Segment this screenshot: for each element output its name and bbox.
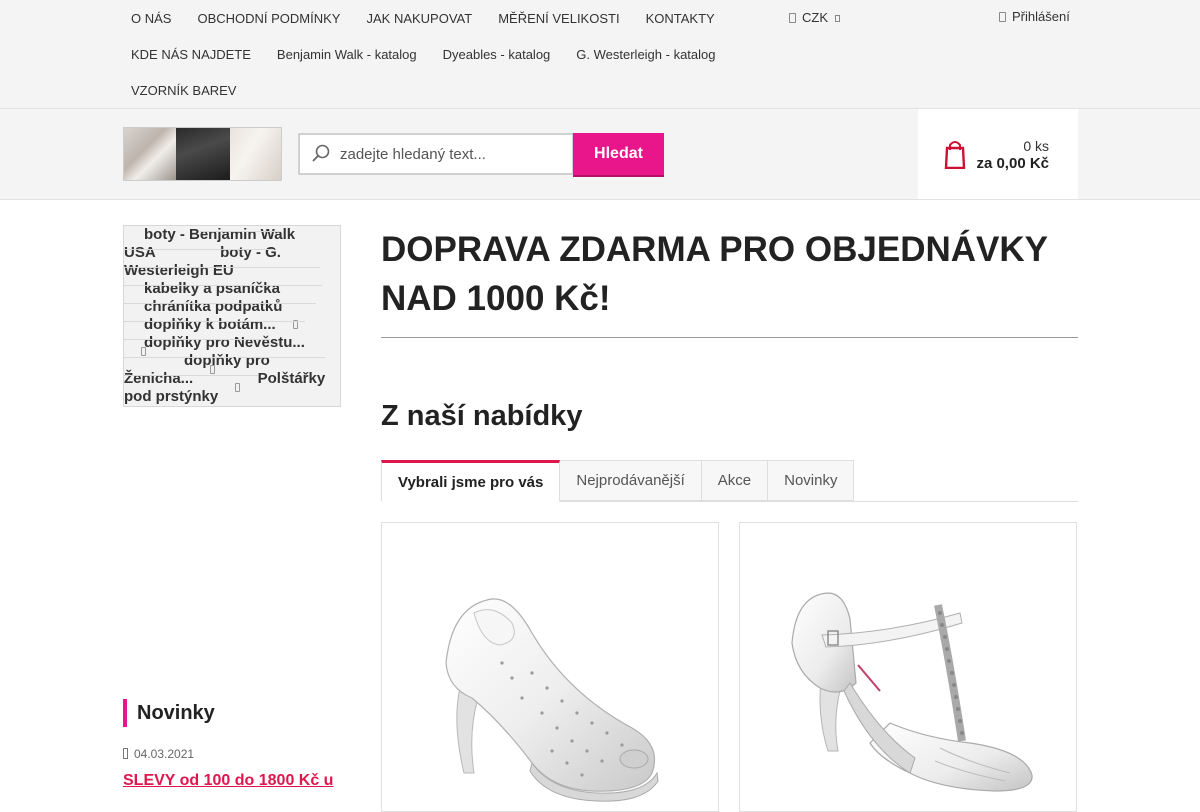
sidebar-item-label: Polštářky pod prstýnky	[124, 370, 326, 405]
cart-total: za 0,00 Kč	[976, 155, 1049, 172]
search-box	[298, 133, 574, 175]
news-date: 04.03.2021	[123, 747, 194, 761]
login-label: Přihlášení	[1012, 9, 1070, 24]
currency-label: CZK	[802, 10, 828, 25]
product-image-sandal	[791, 592, 1033, 792]
chevron-right-icon	[210, 364, 216, 374]
search-button[interactable]: Hledat	[573, 133, 664, 175]
top-navigation: O NÁS OBCHODNÍ PODMÍNKY JAK NAKUPOVAT MĚ…	[118, 0, 758, 108]
cart-count: 0 ks	[1023, 138, 1049, 154]
promo-heading: DOPRAVA ZDARMA PRO OBJEDNÁVKY NAD 1000 K…	[381, 225, 1078, 338]
logo-image-shoes	[124, 128, 176, 180]
nav-link-westerleigh-katalog[interactable]: G. Westerleigh - katalog	[563, 47, 728, 62]
news-article-link[interactable]: SLEVY od 100 do 1800 Kč u	[123, 772, 333, 790]
top-nav-row-3: VZORNÍK BAREV	[118, 72, 758, 108]
nav-link-obchodni-podminky[interactable]: OBCHODNÍ PODMÍNKY	[184, 11, 353, 26]
chevron-right-icon	[141, 346, 146, 356]
search-icon	[312, 144, 330, 162]
nav-link-kontakty[interactable]: KONTAKTY	[633, 11, 728, 26]
nav-link-kde-nas-najdete[interactable]: KDE NÁS NAJDETE	[118, 47, 264, 62]
cart-summary[interactable]: 0 ks za 0,00 Kč	[918, 109, 1078, 199]
header: Hledat 0 ks za 0,00 Kč	[0, 109, 1200, 200]
nav-link-vzornik-barev[interactable]: VZORNÍK BAREV	[118, 83, 249, 98]
tab-vybrali-jsme[interactable]: Vybrali jsme pro vás	[381, 460, 561, 502]
shop-logo[interactable]	[123, 127, 282, 181]
nav-link-jak-nakupovat[interactable]: JAK NAKUPOVAT	[353, 11, 485, 26]
news-heading: Novinky	[123, 699, 215, 727]
top-nav-row-1: O NÁS OBCHODNÍ PODMÍNKY JAK NAKUPOVAT MĚ…	[118, 0, 758, 36]
currency-selector[interactable]: CZK	[789, 10, 840, 25]
nav-link-o-nas[interactable]: O NÁS	[118, 11, 184, 26]
tab-akce[interactable]: Akce	[701, 460, 769, 501]
top-bar: O NÁS OBCHODNÍ PODMÍNKY JAK NAKUPOVAT MĚ…	[0, 0, 1200, 109]
chevron-down-icon	[834, 15, 840, 22]
login-link[interactable]: Přihlášení	[999, 9, 1070, 24]
nav-link-dyeables-katalog[interactable]: Dyeables - katalog	[430, 47, 564, 62]
product-tabs: Vybrali jsme pro vás Nejprodávanější Akc…	[381, 460, 1078, 502]
tab-nejprodavanejsi[interactable]: Nejprodávanější	[560, 460, 702, 501]
chevron-right-icon	[235, 382, 241, 392]
product-image-pump	[445, 598, 659, 802]
top-nav-row-2: KDE NÁS NAJDETE Benjamin Walk - katalog …	[118, 36, 758, 72]
calendar-icon	[123, 748, 128, 759]
shopping-bag-icon	[944, 141, 966, 169]
search-input[interactable]	[340, 135, 570, 173]
logo-image-accessories	[176, 128, 230, 180]
tab-novinky[interactable]: Novinky	[768, 460, 855, 501]
nav-link-mereni-velikosti[interactable]: MĚŘENÍ VELIKOSTI	[485, 11, 632, 26]
news-date-text: 04.03.2021	[134, 747, 195, 761]
logo-image-bride	[230, 128, 281, 180]
offer-heading: Z naší nabídky	[381, 400, 583, 432]
product-card[interactable]	[739, 522, 1077, 812]
user-icon	[999, 12, 1006, 22]
category-sidebar: boty - Benjamin Walk USA boty - G. Weste…	[123, 225, 341, 417]
currency-icon	[789, 13, 796, 23]
nav-link-benjamin-walk-katalog[interactable]: Benjamin Walk - katalog	[264, 47, 430, 62]
product-card[interactable]	[381, 522, 719, 812]
